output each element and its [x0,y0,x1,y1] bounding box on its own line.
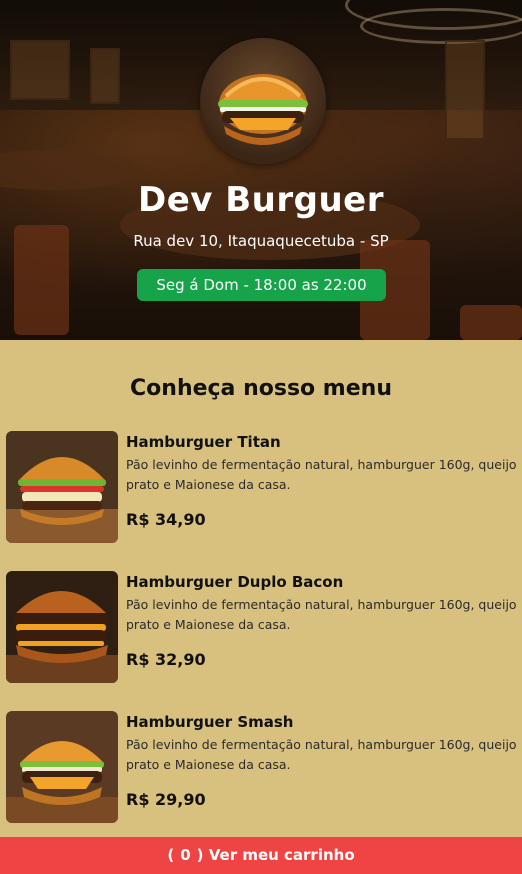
menu-item-description: Pão levinho de fermentação natural, hamb… [126,737,517,772]
menu-item-name: Hamburguer Titan [126,433,281,451]
cart-close-paren: ) [196,846,204,864]
burger-logo-image [218,74,308,145]
cart-label: Ver meu carrinho [208,846,355,864]
menu-item[interactable]: Hamburguer Smash Pão levinho de fermenta… [6,711,518,823]
menu-item-price: R$ 32,90 [126,650,206,669]
menu-item-price: R$ 34,90 [126,510,206,529]
menu-item-name: Hamburguer Smash [126,713,294,731]
menu-item-image [6,431,118,543]
restaurant-name: Dev Burguer [137,180,385,220]
restaurant-logo [200,38,326,164]
restaurant-address: Rua dev 10, Itaquaquecetuba - SP [133,232,389,250]
menu-item-description: Pão levinho de fermentação natural, hamb… [126,457,517,492]
burger-photo [6,711,118,823]
cart-item-count: 0 [180,846,191,864]
menu-item-image [6,711,118,823]
menu-item-image [6,571,118,683]
hero-header: Dev Burguer Rua dev 10, Itaquaquecetuba … [0,0,522,340]
menu-item-price: R$ 29,90 [126,790,206,809]
menu-item[interactable]: Hamburguer Duplo Bacon Pão levinho de fe… [6,571,518,683]
menu-item-description: Pão levinho de fermentação natural, hamb… [126,597,517,632]
view-cart-button[interactable]: (0) Ver meu carrinho [0,837,522,874]
opening-hours-badge: Seg á Dom - 18:00 as 22:00 [137,269,386,301]
cart-open-paren: ( [167,846,175,864]
menu-title: Conheça nosso menu [130,376,392,401]
menu-item[interactable]: Hamburguer Titan Pão levinho de fermenta… [6,431,518,543]
burger-photo [6,571,118,683]
burger-photo [6,431,118,543]
menu-item-name: Hamburguer Duplo Bacon [126,573,344,591]
